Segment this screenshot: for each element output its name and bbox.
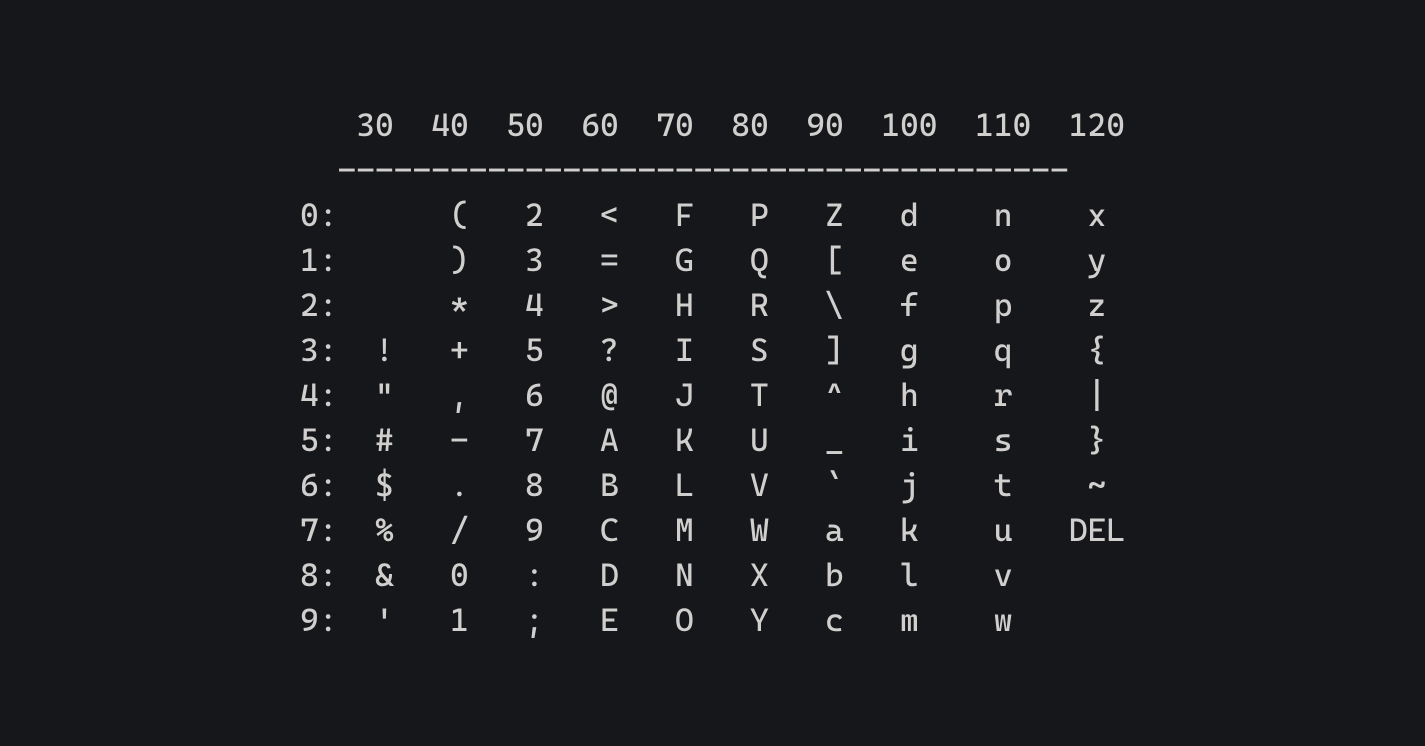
ascii-table: 30 40 50 60 70 80 90 100 110 120 -------… (300, 103, 1125, 643)
terminal-output: 30 40 50 60 70 80 90 100 110 120 -------… (0, 0, 1425, 746)
